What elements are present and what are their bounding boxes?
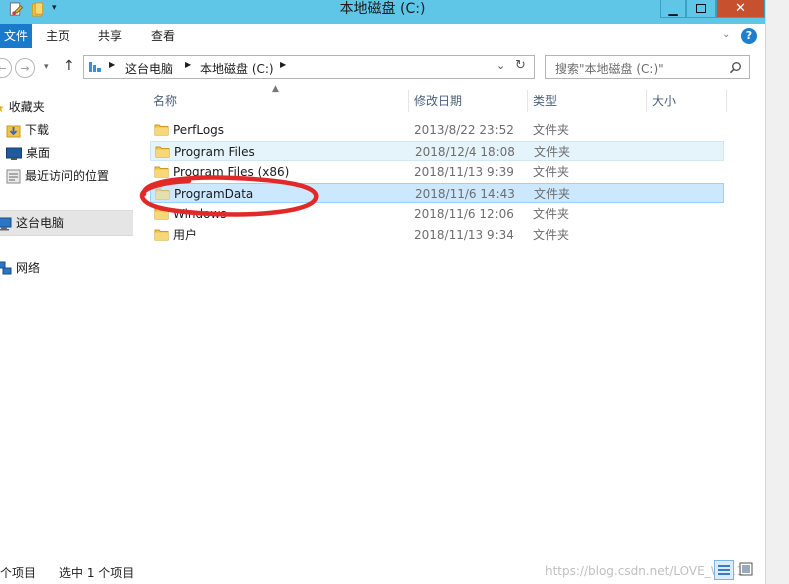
maximize-icon bbox=[696, 4, 706, 13]
file-type: 文件夹 bbox=[533, 207, 570, 221]
download-folder-icon bbox=[6, 125, 21, 138]
column-header-name[interactable]: 名称 bbox=[148, 90, 409, 112]
breadcrumb-local-disk[interactable]: 本地磁盘 (C:) bbox=[200, 60, 274, 77]
breadcrumb-this-pc[interactable]: 这台电脑 bbox=[125, 60, 173, 77]
tab-home[interactable]: 主页 bbox=[38, 24, 78, 48]
address-bar[interactable]: ▶ 这台电脑 ▶ 本地磁盘 (C:) ▶ ⌄ ↻ bbox=[83, 55, 535, 79]
minimize-icon: ▁ bbox=[668, 1, 678, 16]
file-date: 2018/12/4 18:08 bbox=[415, 145, 515, 159]
breadcrumb-separator-icon[interactable]: ▶ bbox=[185, 60, 191, 69]
file-date: 2013/8/22 23:52 bbox=[414, 123, 514, 137]
navigation-pane: ★收藏夹 下载 桌面 最近访问的位置 这台电脑 bbox=[0, 88, 133, 558]
nav-recent-places[interactable]: 最近访问的位置 bbox=[6, 165, 109, 187]
nav-network-label: 网络 bbox=[16, 261, 41, 275]
file-row[interactable]: 用户 2018/11/13 9:34 文件夹 bbox=[150, 225, 724, 245]
column-header-date[interactable]: 修改日期 bbox=[409, 90, 528, 112]
file-type: 文件夹 bbox=[533, 228, 570, 242]
breadcrumb-separator-icon[interactable]: ▶ bbox=[109, 60, 115, 69]
forward-arrow-icon: → bbox=[20, 61, 30, 75]
large-icons-view-icon bbox=[739, 562, 753, 576]
nav-downloads-label: 下载 bbox=[25, 123, 50, 137]
minimize-button[interactable]: ▁ bbox=[660, 0, 686, 18]
maximize-button[interactable] bbox=[686, 0, 716, 18]
column-header-size[interactable]: 大小 bbox=[647, 90, 727, 112]
window-title: 本地磁盘 (C:) bbox=[339, 1, 426, 17]
recent-locations-icon[interactable]: ▾ bbox=[44, 62, 49, 72]
star-icon: ★ bbox=[0, 97, 5, 119]
help-icon[interactable]: ? bbox=[741, 28, 757, 44]
red-annotation-ellipse bbox=[139, 175, 319, 217]
nav-network[interactable]: 网络 bbox=[0, 257, 40, 279]
address-dropdown-icon[interactable]: ⌄ bbox=[496, 59, 505, 72]
search-placeholder: 搜索"本地磁盘 (C:)" bbox=[555, 62, 664, 76]
search-input[interactable]: 搜索"本地磁盘 (C:)" bbox=[545, 55, 750, 79]
status-bar: 个项目 选中 1 个项目 https://blog.csdn.net/LOVE_… bbox=[0, 560, 765, 584]
nav-this-pc-label: 这台电脑 bbox=[16, 216, 65, 230]
file-date: 2018/11/13 9:39 bbox=[414, 165, 514, 179]
large-icons-view-button[interactable] bbox=[737, 560, 757, 580]
file-row[interactable]: PerfLogs 2013/8/22 23:52 文件夹 bbox=[150, 120, 724, 140]
nav-desktop-label: 桌面 bbox=[26, 146, 51, 160]
nav-recent-places-label: 最近访问的位置 bbox=[25, 169, 110, 183]
file-name: Program Files bbox=[174, 145, 255, 159]
details-view-icon bbox=[718, 565, 730, 575]
file-date: 2018/11/6 14:43 bbox=[415, 187, 515, 201]
back-arrow-icon: ← bbox=[0, 61, 7, 75]
tab-view[interactable]: 查看 bbox=[143, 24, 183, 48]
recent-places-icon bbox=[6, 169, 21, 184]
ribbon-expand-icon[interactable]: ⌄ bbox=[722, 29, 730, 40]
computer-location-icon bbox=[89, 62, 101, 72]
nav-downloads[interactable]: 下载 bbox=[6, 119, 49, 141]
file-type: 文件夹 bbox=[534, 145, 571, 159]
file-date: 2018/11/13 9:34 bbox=[414, 228, 514, 242]
file-name: PerfLogs bbox=[173, 123, 225, 137]
column-header-type[interactable]: 类型 bbox=[528, 90, 647, 112]
tab-share[interactable]: 共享 bbox=[90, 24, 130, 48]
desktop-icon bbox=[6, 147, 22, 160]
up-arrow-icon[interactable]: ↑ bbox=[63, 58, 75, 74]
file-name: 用户 bbox=[173, 228, 198, 242]
file-type: 文件夹 bbox=[533, 123, 570, 137]
close-icon: ✕ bbox=[735, 1, 746, 16]
folder-icon bbox=[154, 124, 169, 136]
close-button[interactable]: ✕ bbox=[716, 0, 765, 18]
file-type: 文件夹 bbox=[533, 165, 570, 179]
nav-favorites[interactable]: ★收藏夹 bbox=[0, 96, 45, 118]
nav-this-pc[interactable]: 这台电脑 bbox=[0, 210, 133, 236]
folder-icon bbox=[155, 146, 170, 158]
forward-button[interactable]: → bbox=[15, 58, 35, 78]
tab-file[interactable]: 文件 bbox=[0, 24, 32, 48]
status-selected-count: 选中 1 个项目 bbox=[59, 566, 135, 580]
file-type: 文件夹 bbox=[534, 187, 571, 201]
computer-icon bbox=[0, 217, 12, 230]
file-date: 2018/11/6 12:06 bbox=[414, 207, 514, 221]
title-bar: ▾ 本地磁盘 (C:) ▁ ✕ bbox=[0, 0, 765, 24]
background-window-edge bbox=[765, 0, 789, 584]
folder-icon bbox=[154, 229, 169, 241]
details-view-button[interactable] bbox=[714, 560, 734, 580]
status-item-count: 个项目 bbox=[0, 566, 37, 580]
file-row[interactable]: Program Files 2018/12/4 18:08 文件夹 bbox=[150, 141, 724, 161]
ribbon-tabs: 文件 主页 共享 查看 ⌄ ? bbox=[0, 24, 765, 49]
nav-favorites-label: 收藏夹 bbox=[8, 100, 45, 114]
nav-desktop[interactable]: 桌面 bbox=[6, 142, 50, 164]
breadcrumb-separator-icon[interactable]: ▶ bbox=[280, 60, 286, 69]
search-icon[interactable] bbox=[729, 61, 742, 74]
refresh-icon[interactable]: ↻ bbox=[515, 58, 526, 73]
network-icon bbox=[0, 261, 12, 275]
